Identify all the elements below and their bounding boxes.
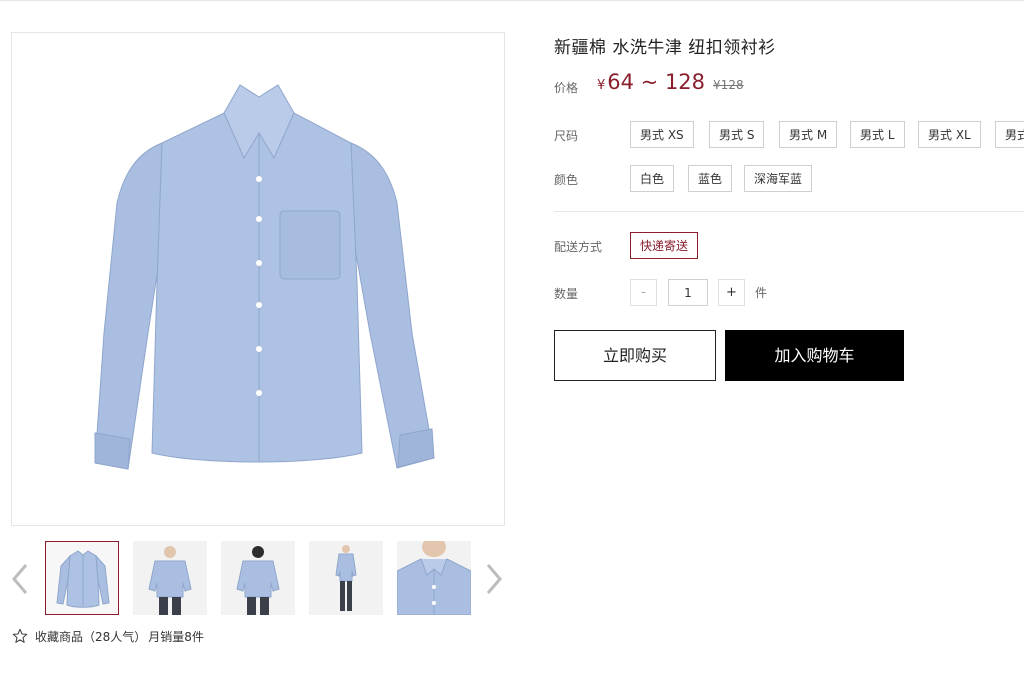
thumbnail-model-front (133, 541, 207, 615)
quantity-decrease-button[interactable]: - (630, 279, 657, 306)
chevron-left-icon (12, 564, 28, 594)
size-label: 尺码 (554, 129, 579, 143)
delivery-option-express[interactable]: 快递寄送 (630, 232, 699, 259)
color-option-blue[interactable]: 蓝色 (688, 165, 733, 192)
shirt-image (94, 84, 435, 470)
star-outline-icon[interactable] (12, 628, 28, 644)
size-option-xl[interactable]: 男式 XL (918, 121, 981, 148)
thumbnail-4[interactable] (309, 541, 383, 615)
original-price: ¥128 (713, 78, 744, 92)
add-to-cart-button[interactable]: 加入购物车 (725, 330, 904, 381)
color-option-white[interactable]: 白色 (630, 165, 675, 192)
price-range: 64 ~ 128 (607, 70, 706, 94)
product-title: 新疆棉 水洗牛津 纽扣领衬衫 (554, 38, 776, 58)
thumbnail-shirt-flat (46, 542, 118, 614)
favorite-label[interactable]: 收藏商品（28人气） (35, 628, 146, 645)
thumbnail-model-back (221, 541, 295, 615)
monthly-sales: 月销量8件 (148, 629, 204, 644)
color-label: 颜色 (554, 173, 579, 187)
size-option-l[interactable]: 男式 L (850, 121, 905, 148)
size-option-s[interactable]: 男式 S (709, 121, 765, 148)
thumbnail-next-button[interactable] (483, 562, 505, 596)
currency-symbol: ¥ (597, 78, 606, 93)
favorite-row: 收藏商品（28人气） 月销量8件 (12, 627, 204, 645)
thumbnail-collar-detail (397, 541, 471, 615)
thumbnail-1[interactable] (45, 541, 119, 615)
price-row: ¥ 64 ~ 128 ¥128 (597, 70, 744, 94)
section-divider (554, 211, 1024, 212)
quantity-label: 数量 (554, 287, 579, 301)
color-option-navy[interactable]: 深海军蓝 (744, 165, 813, 192)
delivery-label: 配送方式 (554, 240, 603, 254)
size-option-xxl[interactable]: 男式 XXL (995, 121, 1024, 148)
thumbnail-3[interactable] (221, 541, 295, 615)
quantity-input[interactable] (668, 279, 708, 306)
thumbnail-model-full (309, 541, 383, 615)
thumbnail-prev-button[interactable] (9, 562, 31, 596)
price-label: 价格 (554, 81, 579, 95)
main-product-image (11, 32, 505, 526)
thumbnail-5[interactable] (397, 541, 471, 615)
chevron-right-icon (486, 564, 502, 594)
top-divider (0, 0, 1024, 1)
quantity-unit: 件 (755, 286, 768, 300)
thumbnail-2[interactable] (133, 541, 207, 615)
quantity-increase-button[interactable]: + (718, 279, 745, 306)
buy-now-button[interactable]: 立即购买 (554, 330, 716, 381)
size-option-xs[interactable]: 男式 XS (630, 121, 694, 148)
size-option-m[interactable]: 男式 M (779, 121, 838, 148)
